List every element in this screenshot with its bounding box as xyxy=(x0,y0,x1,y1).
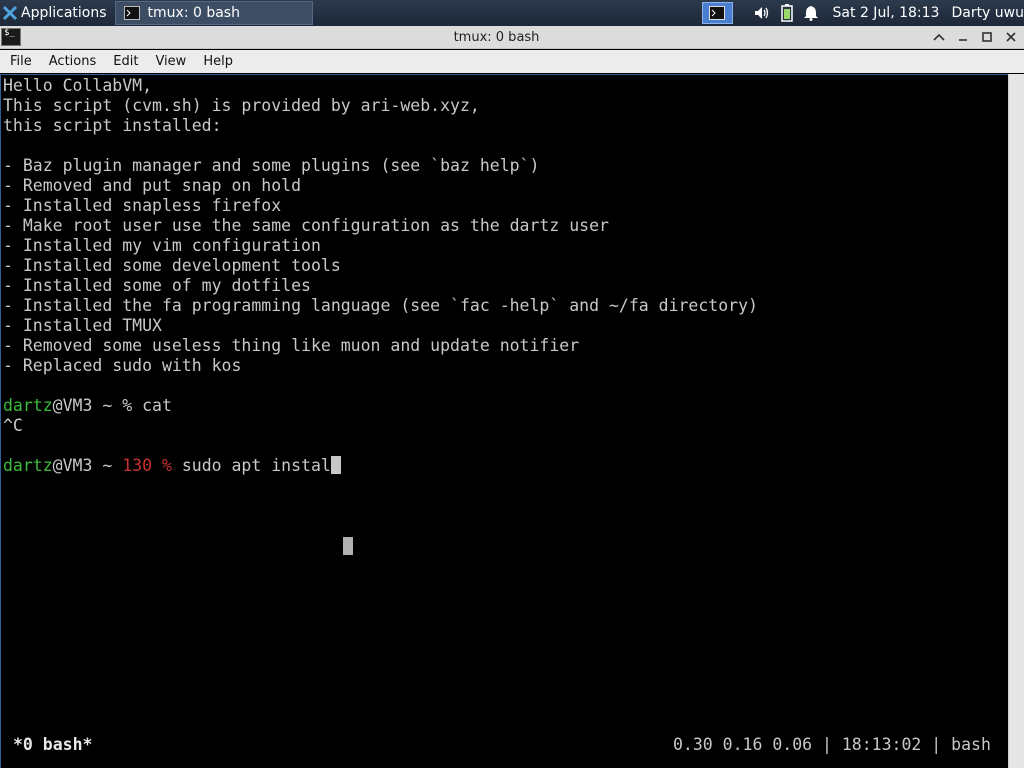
terminal-line: - Replaced sudo with kos xyxy=(3,356,242,375)
terminal-line: ^C xyxy=(3,416,23,435)
terminal-line: - Installed snapless firefox xyxy=(3,196,282,215)
terminal-line: - Installed some of my dotfiles xyxy=(3,276,311,295)
maximize-icon xyxy=(982,32,992,42)
terminal-line: - Installed the fa programming language … xyxy=(3,296,758,315)
chevron-up-icon xyxy=(933,33,945,41)
volume-icon[interactable] xyxy=(753,5,771,21)
text-cursor xyxy=(330,456,341,474)
menu-help[interactable]: Help xyxy=(196,54,240,69)
shell-prompt: dartz@VM3 ~ 130 % sudo apt instal xyxy=(3,456,341,476)
terminal-line: Hello CollabVM, xyxy=(3,76,153,95)
terminal-line: - Installed my vim configuration xyxy=(3,236,321,255)
user-menu[interactable]: Darty uwu xyxy=(951,5,1024,21)
terminal-scrollbar[interactable] xyxy=(1008,74,1024,768)
taskbar-item-label: tmux: 0 bash xyxy=(147,5,240,21)
prompt-host: @VM3 ~ xyxy=(52,396,123,415)
prompt-symbol: % xyxy=(122,396,143,415)
window-title: tmux: 0 bash xyxy=(453,29,540,45)
terminal-icon xyxy=(123,6,140,20)
shell-prompt: dartz@VM3 ~ % cat xyxy=(3,396,172,416)
terminal-output[interactable]: Hello CollabVM, This script (cvm.sh) is … xyxy=(0,74,1008,768)
shade-button[interactable] xyxy=(932,30,946,44)
mouse-cursor xyxy=(343,537,353,555)
close-icon xyxy=(1006,32,1016,42)
menu-bar: File Actions Edit View Help xyxy=(0,50,1024,73)
terminal-line: - Removed and put snap on hold xyxy=(3,176,302,195)
menu-file[interactable]: File xyxy=(3,54,39,69)
clock[interactable]: Sat 2 Jul, 18:13 xyxy=(833,5,940,21)
system-tray xyxy=(753,4,819,22)
minimize-button[interactable] xyxy=(956,30,970,44)
terminal-icon xyxy=(709,6,726,20)
menu-actions[interactable]: Actions xyxy=(42,54,104,69)
top-panel: Applications tmux: 0 bash Sat 2 Jul, 18:… xyxy=(0,0,1024,26)
terminal-line: - Installed TMUX xyxy=(3,316,162,335)
prompt-user: dartz xyxy=(3,456,53,475)
battery-icon[interactable] xyxy=(780,4,793,22)
notification-bell-icon[interactable] xyxy=(803,5,819,21)
taskbar-item-terminal[interactable]: tmux: 0 bash xyxy=(114,1,313,25)
tmux-window-list[interactable]: *0 bash* xyxy=(13,735,92,755)
close-button[interactable] xyxy=(1004,30,1018,44)
xfce-logo-icon xyxy=(2,5,18,21)
workspace-switcher[interactable] xyxy=(701,2,733,24)
window-menu-icon[interactable]: $_ xyxy=(1,28,21,46)
terminal-line: - Removed some useless thing like muon a… xyxy=(3,336,580,355)
maximize-button[interactable] xyxy=(980,30,994,44)
applications-menu[interactable]: Applications xyxy=(0,0,111,26)
prompt-command: cat xyxy=(142,396,172,415)
menu-view[interactable]: View xyxy=(148,54,193,69)
menu-edit[interactable]: Edit xyxy=(106,54,145,69)
prompt-host: @VM3 ~ xyxy=(52,456,123,475)
prompt-exit-code: 130 % xyxy=(122,456,182,475)
terminal-line: - Baz plugin manager and some plugins (s… xyxy=(3,156,540,175)
minimize-icon xyxy=(959,39,967,41)
window-titlebar[interactable]: $_ tmux: 0 bash xyxy=(0,26,1024,49)
prompt-command: sudo apt instal xyxy=(181,456,331,475)
prompt-user: dartz xyxy=(3,396,53,415)
applications-label: Applications xyxy=(21,5,107,21)
terminal-line: - Installed some development tools xyxy=(3,256,341,275)
terminal-line: This script (cvm.sh) is provided by ari-… xyxy=(3,96,480,115)
tmux-status-right: 0.30 0.16 0.06 | 18:13:02 | bash xyxy=(673,735,991,754)
terminal-line: - Make root user use the same configurat… xyxy=(3,216,609,235)
terminal-line: this script installed: xyxy=(3,116,222,135)
